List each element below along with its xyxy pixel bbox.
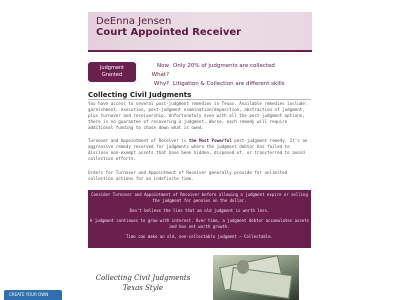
band-text: A judgment continues to grow with intere… — [89, 218, 310, 229]
emphasis-text: the Most Powerful — [188, 138, 232, 143]
badge-line1: Judgment — [99, 65, 125, 71]
site-header: DeEnna Jensen Court Appointed Receiver — [88, 12, 312, 52]
feature-title-line: Collecting Civil Judgments — [95, 274, 191, 282]
brand-title: Court Appointed Receiver — [96, 27, 242, 38]
faq-block: Now What? Only 20% of judgments are coll… — [141, 62, 285, 89]
faq-question: Now What? — [151, 63, 169, 78]
site-brand[interactable]: DeEnna Jensen Court Appointed Receiver — [96, 16, 241, 38]
section-divider — [88, 99, 311, 100]
faq-row: Now What? Only 20% of judgments are coll… — [141, 62, 285, 80]
judgment-granted-badge: Judgment Granted — [88, 62, 136, 82]
paragraph-text: Turnover and Appointment of Receiver is — [88, 138, 187, 143]
paragraph-turnover: Turnover and Appointment of Receiver is … — [88, 138, 311, 162]
highlight-band: Consider Turnover and Appointment of Rec… — [88, 190, 311, 248]
band-text: Consider Turnover and Appointment of Rec… — [91, 192, 308, 203]
faq-answer: Only 20% of judgments are collected — [173, 63, 275, 69]
money-image — [213, 255, 299, 300]
feature-title: Collecting Civil Judgments Texas Style — [88, 273, 198, 293]
paragraph-remedies: You have access to several post-judgment… — [88, 101, 308, 130]
section-title: Collecting Civil Judgments — [88, 91, 192, 99]
paragraph-orders: Orders for Turnover and Appointment of R… — [88, 170, 288, 181]
portrait-shape — [237, 260, 249, 274]
faq-row: Why? Litigation & Collection are differe… — [141, 80, 285, 89]
band-text: Time can make an old, non-collectable ju… — [126, 234, 273, 239]
feature-title-line: Texas Style — [122, 284, 164, 292]
faq-question: Why? — [153, 81, 169, 87]
faq-answer: Litigation & Collection are different sk… — [173, 81, 285, 87]
band-text: Don't believe the lies that an old judgm… — [129, 208, 270, 213]
brand-name: DeEnna Jensen — [96, 16, 172, 27]
weebly-badge[interactable]: CREATE YOUR OWN WEBSITE WITH weebly — [4, 290, 62, 300]
badge-line2: Granted — [101, 72, 123, 78]
